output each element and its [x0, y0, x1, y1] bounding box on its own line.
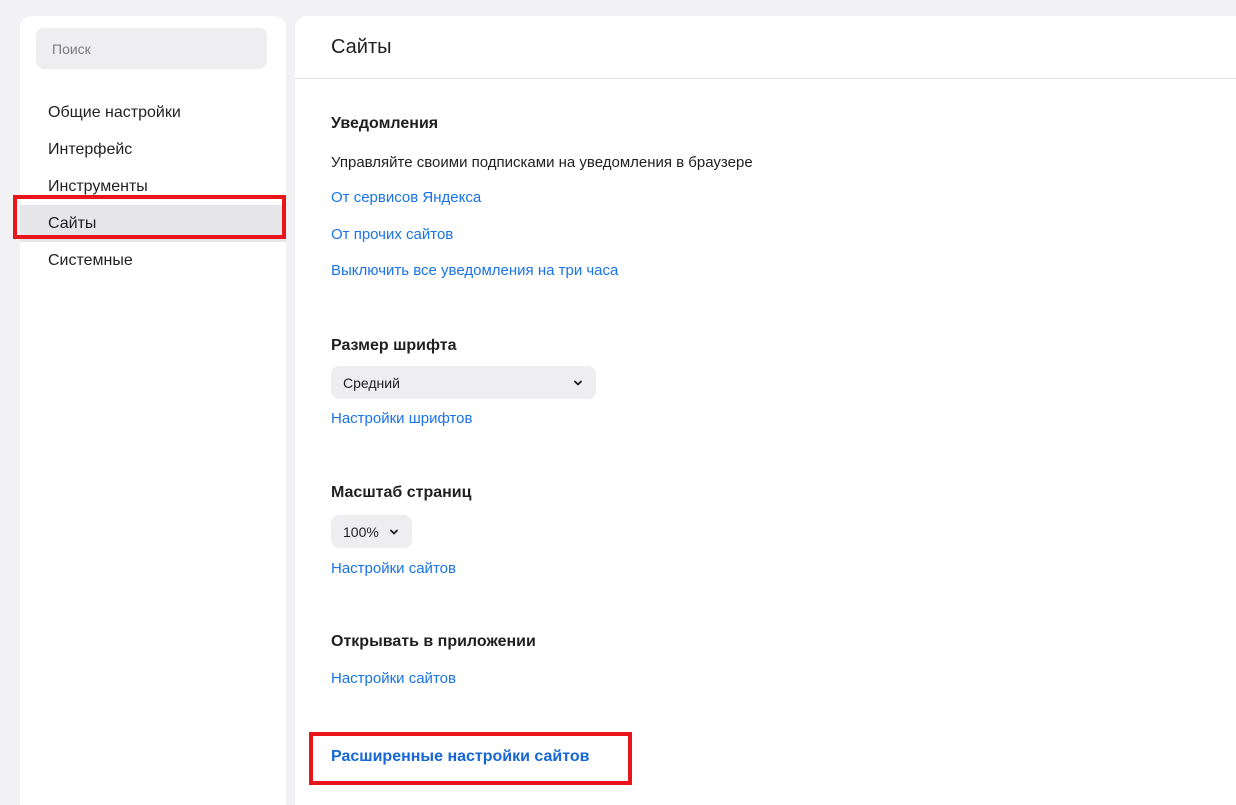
font-size-value: Средний — [343, 374, 400, 391]
header-divider — [295, 78, 1236, 79]
sidebar-nav: Общие настройки Интерфейс Инструменты Са… — [20, 94, 286, 279]
page-zoom-select[interactable]: 100% — [331, 515, 412, 548]
settings-app: Общие настройки Интерфейс Инструменты Са… — [0, 0, 1236, 805]
font-size-select[interactable]: Средний — [331, 366, 596, 399]
page-zoom-value: 100% — [343, 523, 379, 540]
notifications-title: Уведомления — [331, 115, 439, 132]
sidebar-item-sites[interactable]: Сайты — [20, 205, 286, 242]
main-content: Сайты Уведомления Управляйте своими подп… — [295, 16, 1236, 805]
link-site-settings-zoom[interactable]: Настройки сайтов — [331, 560, 456, 577]
link-other-sites[interactable]: От прочих сайтов — [331, 226, 453, 243]
sidebar-item-system[interactable]: Системные — [20, 242, 286, 279]
font-size-title: Размер шрифта — [331, 337, 457, 354]
open-in-app-title: Открывать в приложении — [331, 633, 536, 650]
link-site-settings-apps[interactable]: Настройки сайтов — [331, 670, 456, 687]
chevron-down-icon — [574, 380, 582, 385]
page-zoom-title: Масштаб страниц — [331, 484, 472, 501]
sidebar: Общие настройки Интерфейс Инструменты Са… — [20, 16, 286, 805]
page-title: Сайты — [331, 36, 392, 58]
sidebar-item-tools[interactable]: Инструменты — [20, 168, 286, 205]
sidebar-item-interface[interactable]: Интерфейс — [20, 131, 286, 168]
link-yandex-services[interactable]: От сервисов Яндекса — [331, 189, 481, 206]
notifications-description: Управляйте своими подписками на уведомле… — [331, 154, 753, 171]
link-disable-notifications[interactable]: Выключить все уведомления на три часа — [331, 262, 618, 279]
link-font-settings[interactable]: Настройки шрифтов — [331, 410, 473, 427]
link-advanced-site-settings[interactable]: Расширенные настройки сайтов — [331, 748, 589, 766]
sidebar-item-general[interactable]: Общие настройки — [20, 94, 286, 131]
chevron-down-icon — [390, 529, 398, 534]
search-input[interactable] — [36, 28, 267, 69]
